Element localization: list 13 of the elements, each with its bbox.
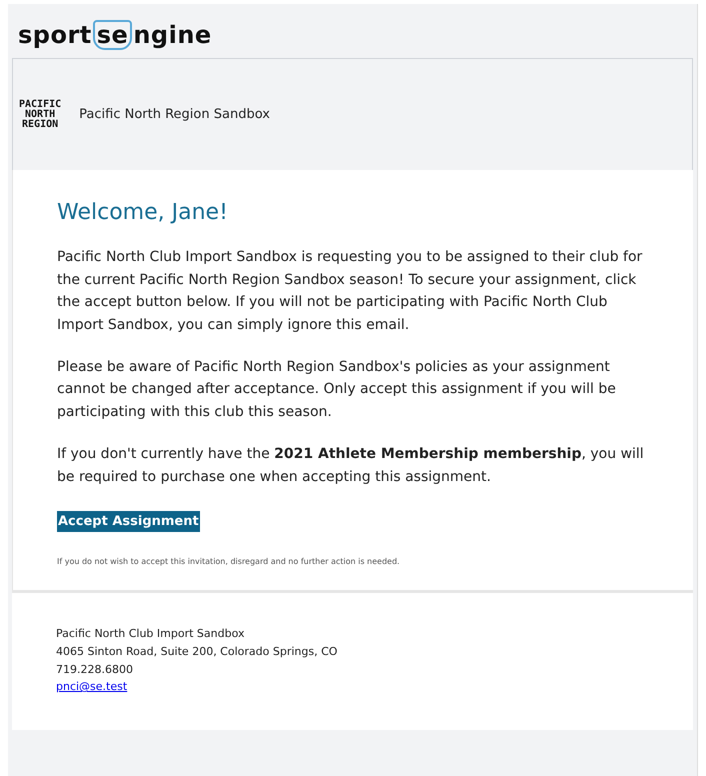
welcome-heading: Welcome, Jane! (57, 200, 229, 226)
accept-button[interactable]: Accept Assignment (57, 510, 200, 532)
message-paragraph: Pacific North Club Import Sandbox is requesting you to be assigned to their club for the current Pacific North Region Sandbox season! To secure your assignment, click the accept button below. If you will not be participating with Pacific North Club Import Sandbox, you can simply ignore this email. (57, 248, 644, 335)
footer-text: 4065 Sinton Road, Suite 200, Colorado Springs, CO (56, 644, 338, 660)
footer-text: 719.228.6800 (56, 662, 134, 678)
brand-logo: sport se ngine (18, 20, 212, 50)
message-paragraph: Please be aware of Pacific North Region Sandbox's policies as your assignment cannot be changed after acceptance. Only accept this assignment if you will be participating with this club this season. (57, 358, 617, 422)
org-logo: PACIFIC NORTH REGION (19, 100, 62, 130)
footer-text: Pacific North Club Import Sandbox (56, 626, 246, 642)
disclaimer-text: If you do not wish to accept this invitation, disregard and no further action is needed. (57, 556, 401, 568)
message-paragraph: If you don't currently have the 2021 Athlete Membership membership, you will be required to purchase one when accepting this assignment. (57, 445, 645, 487)
email-link[interactable]: pnci@se.test (56, 680, 128, 694)
org-name: Pacific North Region Sandbox (79, 106, 270, 124)
